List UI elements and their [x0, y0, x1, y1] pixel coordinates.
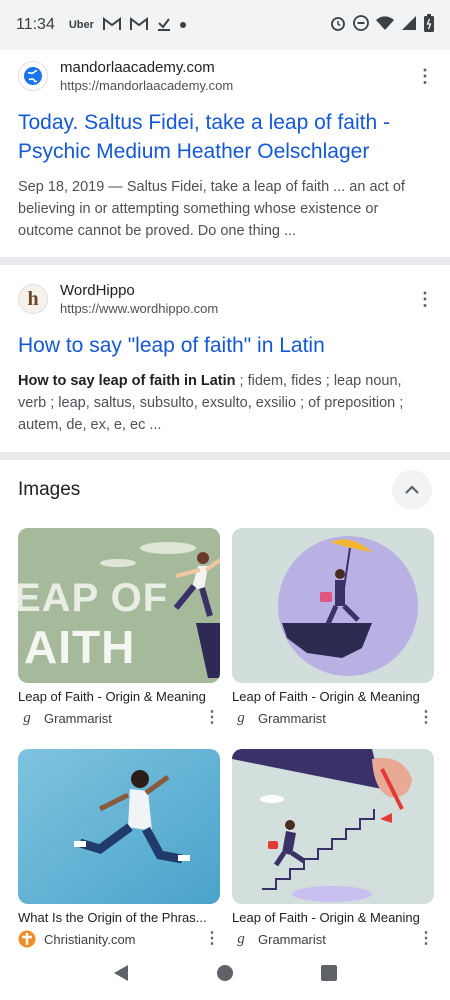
- grammarist-icon: g: [23, 709, 31, 726]
- chevron-up-icon: [405, 485, 419, 494]
- result-divider: [0, 452, 450, 460]
- more-options-icon[interactable]: ⋮: [416, 290, 434, 308]
- collapse-button[interactable]: [392, 470, 432, 510]
- result-snippet: How to say leap of faith in Latin ; fide…: [18, 370, 432, 436]
- gmail-icon: [129, 16, 148, 34]
- more-options-icon[interactable]: ⋮: [418, 710, 434, 726]
- snippet-date: Sep 18, 2019 —: [18, 179, 127, 195]
- result-divider: [0, 257, 450, 265]
- signal-icon: [401, 15, 417, 36]
- image-result[interactable]: EAP OF AITH Leap of Faith - Origin & Mea…: [18, 528, 220, 727]
- wordhippo-icon: h: [18, 284, 48, 314]
- image-source-name: Christianity.com: [44, 931, 136, 947]
- more-options-icon[interactable]: ⋮: [418, 931, 434, 947]
- uber-notification-icon: Uber: [68, 19, 94, 31]
- dot-icon: [179, 19, 186, 31]
- back-icon: [114, 964, 129, 981]
- result-url: https://www.wordhippo.com: [60, 301, 219, 316]
- image-source: g Grammarist ⋮: [232, 930, 434, 948]
- wifi-icon: [376, 15, 394, 36]
- result-url: https://mandorlaacademy.com: [60, 78, 234, 93]
- status-bar: 11:34 Uber: [0, 0, 450, 50]
- gmail-icon: [102, 16, 121, 34]
- result-site-name: mandorlaacademy.com: [60, 59, 215, 76]
- image-thumbnail[interactable]: EAP OF AITH: [18, 528, 220, 683]
- image-source-name: Grammarist: [44, 710, 112, 726]
- battery-icon: [424, 13, 434, 37]
- search-result: h WordHippo https://www.wordhippo.com ⋮ …: [0, 273, 450, 436]
- result-snippet: Sep 18, 2019 — Saltus Fidei, take a leap…: [18, 176, 432, 242]
- image-result[interactable]: Leap of Faith - Origin & Meaning g Gramm…: [232, 528, 434, 727]
- more-options-icon[interactable]: ⋮: [204, 710, 220, 726]
- image-caption[interactable]: Leap of Faith - Origin & Meaning: [18, 689, 220, 704]
- home-icon: [216, 964, 233, 981]
- recents-icon: [320, 964, 337, 981]
- image-thumbnail[interactable]: [18, 749, 220, 904]
- snippet-bold: How to say leap of faith in Latin: [18, 373, 236, 389]
- image-source-name: Grammarist: [258, 931, 326, 947]
- image-caption[interactable]: Leap of Faith - Origin & Meaning: [232, 910, 434, 925]
- thumb-text-line-2: AITH: [24, 621, 136, 673]
- grammarist-icon: g: [237, 930, 245, 947]
- image-source: g Grammarist ⋮: [232, 709, 434, 727]
- image-caption[interactable]: What Is the Origin of the Phras...: [18, 910, 220, 925]
- more-options-icon[interactable]: ⋮: [204, 931, 220, 947]
- image-source: g Grammarist ⋮: [18, 709, 220, 727]
- recents-button[interactable]: [320, 964, 337, 986]
- result-title-link[interactable]: Today. Saltus Fidei, take a leap of fait…: [18, 108, 432, 166]
- image-result[interactable]: What Is the Origin of the Phras... Chris…: [18, 749, 220, 948]
- result-site-row[interactable]: h WordHippo https://www.wordhippo.com ⋮: [18, 273, 434, 325]
- thumb-text-line-1: EAP OF: [18, 576, 169, 620]
- system-nav-bar: [0, 950, 450, 1000]
- search-result: mandorlaacademy.com https://mandorlaacad…: [0, 50, 450, 242]
- christianity-icon: [18, 930, 36, 948]
- grammarist-icon: g: [237, 709, 245, 726]
- check-download-icon: [157, 17, 171, 34]
- result-site-name: WordHippo: [60, 282, 135, 299]
- more-options-icon[interactable]: ⋮: [416, 67, 434, 85]
- image-source-name: Grammarist: [258, 710, 326, 726]
- back-button[interactable]: [113, 964, 129, 987]
- home-button[interactable]: [216, 964, 234, 987]
- system-icons: [330, 13, 434, 37]
- globe-icon: [18, 61, 48, 91]
- result-title-link[interactable]: How to say "leap of faith" in Latin: [18, 331, 432, 360]
- image-source: Christianity.com ⋮: [18, 930, 220, 948]
- result-site-row[interactable]: mandorlaacademy.com https://mandorlaacad…: [18, 50, 434, 102]
- images-section-header: Images: [0, 468, 450, 512]
- image-caption[interactable]: Leap of Faith - Origin & Meaning: [232, 689, 434, 704]
- image-thumbnail[interactable]: [232, 528, 434, 683]
- status-time: 11:34: [16, 16, 55, 33]
- image-result[interactable]: Leap of Faith - Origin & Meaning g Gramm…: [232, 749, 434, 948]
- image-thumbnail[interactable]: [232, 749, 434, 904]
- dnd-icon: [353, 14, 369, 36]
- images-section-title: Images: [18, 479, 81, 500]
- alarm-icon: [330, 15, 346, 36]
